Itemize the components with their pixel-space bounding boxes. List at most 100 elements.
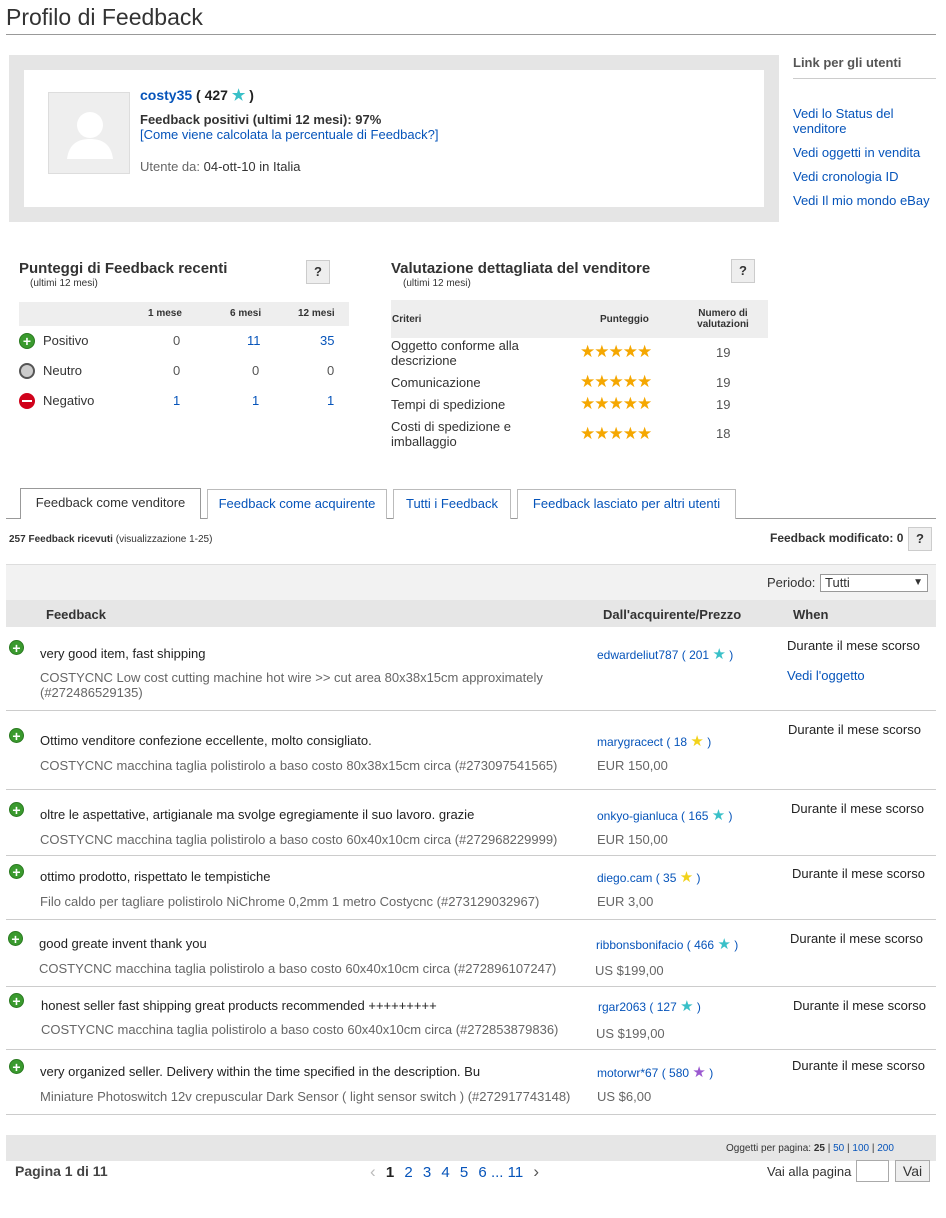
item-price: US $6,00 [597, 1089, 652, 1104]
item-title: COSTYCNC macchina taglia polistirolo a b… [40, 832, 558, 847]
tab-seller-feedback[interactable]: Feedback come venditore [20, 488, 201, 519]
dsr-help-button[interactable]: ? [731, 259, 755, 283]
positive-icon: + [9, 728, 24, 743]
dsr-count: 18 [716, 426, 731, 441]
view-item-link[interactable]: Vedi l'oggetto [787, 668, 865, 683]
negative-6m[interactable]: 1 [252, 393, 259, 408]
per-page-50[interactable]: 50 [833, 1143, 844, 1154]
buyer-link[interactable]: diego.cam [597, 871, 652, 885]
tab-all-feedback[interactable]: Tutti i Feedback [393, 489, 511, 519]
per-page-label: Oggetti per pagina: [726, 1143, 812, 1154]
buyer-link[interactable]: marygracect [597, 735, 663, 749]
neutral-12m: 0 [327, 363, 335, 378]
prev-page-icon[interactable]: ‹ [370, 1162, 376, 1181]
item-price: US $199,00 [596, 1026, 665, 1041]
col-12-months: 12 mesi [298, 308, 335, 319]
positive-1m: 0 [173, 333, 181, 348]
modified-help-button[interactable]: ? [908, 527, 932, 551]
feedback-modified: Feedback modificato: 0 [770, 531, 904, 545]
feedback-text: ottimo prodotto, rispettato le tempistic… [40, 869, 271, 884]
feedback-text: good greate invent thank you [39, 936, 207, 951]
dsr-count: 19 [716, 397, 731, 412]
buyer-link[interactable]: ribbonsbonifacio [596, 938, 683, 952]
positive-icon: + [9, 640, 24, 655]
buyer-score: 127 [656, 1000, 677, 1014]
dsr-subtitle: (ultimi 12 mesi) [403, 278, 471, 289]
positive-icon: + [8, 931, 23, 946]
dsr-stars: ★★★★★ [580, 342, 652, 361]
positive-feedback-percent: Feedback positivi (ultimi 12 mesi): 97% [140, 112, 382, 127]
tab-feedback-left[interactable]: Feedback lasciato per altri utenti [517, 489, 736, 519]
items-for-sale-link[interactable]: Vedi oggetti in vendita [793, 145, 920, 160]
positive-icon: + [9, 993, 24, 1008]
page-5[interactable]: 5 [460, 1164, 468, 1181]
item-price: EUR 3,00 [597, 894, 654, 909]
feedback-when: Durante il mese scorso [792, 1058, 925, 1073]
positive-icon: + [19, 333, 35, 349]
positive-icon: + [9, 802, 24, 817]
negative-12m[interactable]: 1 [327, 393, 334, 408]
feedback-text: honest seller fast shipping great produc… [41, 998, 437, 1013]
positive-icon: + [9, 864, 24, 879]
purple-star-icon: ★ [692, 1064, 706, 1081]
page-indicator: Pagina 1 di 11 [15, 1163, 108, 1179]
item-title: COSTYCNC macchina taglia polistirolo a b… [40, 758, 558, 773]
feedback-calc-link[interactable]: [Come viene calcolata la percentuale di … [140, 127, 438, 142]
negative-1m[interactable]: 1 [173, 393, 180, 408]
per-page-200[interactable]: 200 [877, 1143, 894, 1154]
buyer-link[interactable]: onkyo-gianluca [597, 809, 678, 823]
feedback-when: Durante il mese scorso [791, 801, 924, 816]
buyer-link[interactable]: edwardeliut787 [597, 648, 678, 662]
item-price: US $199,00 [595, 963, 664, 978]
item-title: COSTYCNC macchina taglia polistirolo a b… [39, 961, 557, 976]
buyer-score: 580 [669, 1066, 690, 1080]
buyer-score: 201 [689, 648, 710, 662]
id-history-link[interactable]: Vedi cronologia ID [793, 169, 899, 184]
page-3[interactable]: 3 [423, 1164, 431, 1181]
goto-page-button[interactable]: Vai [895, 1160, 930, 1182]
col-buyer-price: Dall'acquirente/Prezzo [603, 607, 742, 622]
neutral-6m: 0 [252, 363, 260, 378]
buyer-link[interactable]: motorwr*67 [597, 1066, 658, 1080]
seller-status-link[interactable]: Vedi lo Status del venditore [793, 106, 893, 136]
recent-ratings-subtitle: (ultimi 12 mesi) [30, 278, 98, 289]
per-page-25[interactable]: 25 [814, 1143, 825, 1154]
dsr-col-criteria: Criteri [392, 314, 422, 325]
positive-icon: + [9, 1059, 24, 1074]
buyer-link[interactable]: rgar2063 [598, 1000, 646, 1014]
feedback-text: oltre le aspettative, artigianale ma svo… [40, 807, 475, 822]
my-world-link[interactable]: Vedi Il mio mondo eBay [793, 193, 930, 208]
page-6[interactable]: 6 [478, 1164, 486, 1181]
per-page-100[interactable]: 100 [852, 1143, 869, 1154]
page-2[interactable]: 2 [404, 1164, 412, 1181]
negative-label: Negativo [43, 393, 95, 408]
user-links-panel: Link per gli utenti Vedi lo Status del v… [793, 55, 936, 217]
item-title: COSTYCNC Low cost cutting machine hot wi… [40, 670, 543, 700]
next-page-icon[interactable]: › [533, 1162, 539, 1181]
feedback-when: Durante il mese scorso [792, 866, 925, 881]
page-11[interactable]: 11 [508, 1164, 524, 1181]
recent-ratings-help-button[interactable]: ? [306, 260, 330, 284]
goto-page-input[interactable] [856, 1160, 889, 1182]
username-link[interactable]: costy35 [140, 87, 192, 103]
tab-buyer-feedback[interactable]: Feedback come acquirente [207, 489, 387, 519]
period-select-value: Tutti [825, 575, 850, 590]
page-1[interactable]: 1 [386, 1164, 394, 1181]
dsr-col-score: Punteggio [600, 314, 649, 325]
period-select[interactable]: Tutti ▼ [820, 574, 928, 592]
positive-6m[interactable]: 11 [247, 333, 261, 348]
turquoise-star-icon: ★ [711, 807, 726, 824]
col-when: When [793, 607, 829, 622]
buyer-score: 35 [663, 871, 677, 885]
positive-12m[interactable]: 35 [320, 333, 334, 348]
page-4[interactable]: 4 [441, 1164, 449, 1181]
item-price: EUR 150,00 [597, 832, 668, 847]
feedback-text: very organized seller. Delivery within t… [40, 1064, 481, 1079]
neutral-label: Neutro [43, 363, 83, 378]
avatar [48, 92, 130, 174]
page-title: Profilo di Feedback [6, 4, 203, 30]
item-price: EUR 150,00 [597, 758, 668, 773]
dsr-stars: ★★★★★ [580, 394, 652, 413]
item-title: Miniature Photoswitch 12v crepuscular Da… [40, 1089, 571, 1104]
dsr-col-count: Numero di valutazioni [697, 308, 749, 330]
